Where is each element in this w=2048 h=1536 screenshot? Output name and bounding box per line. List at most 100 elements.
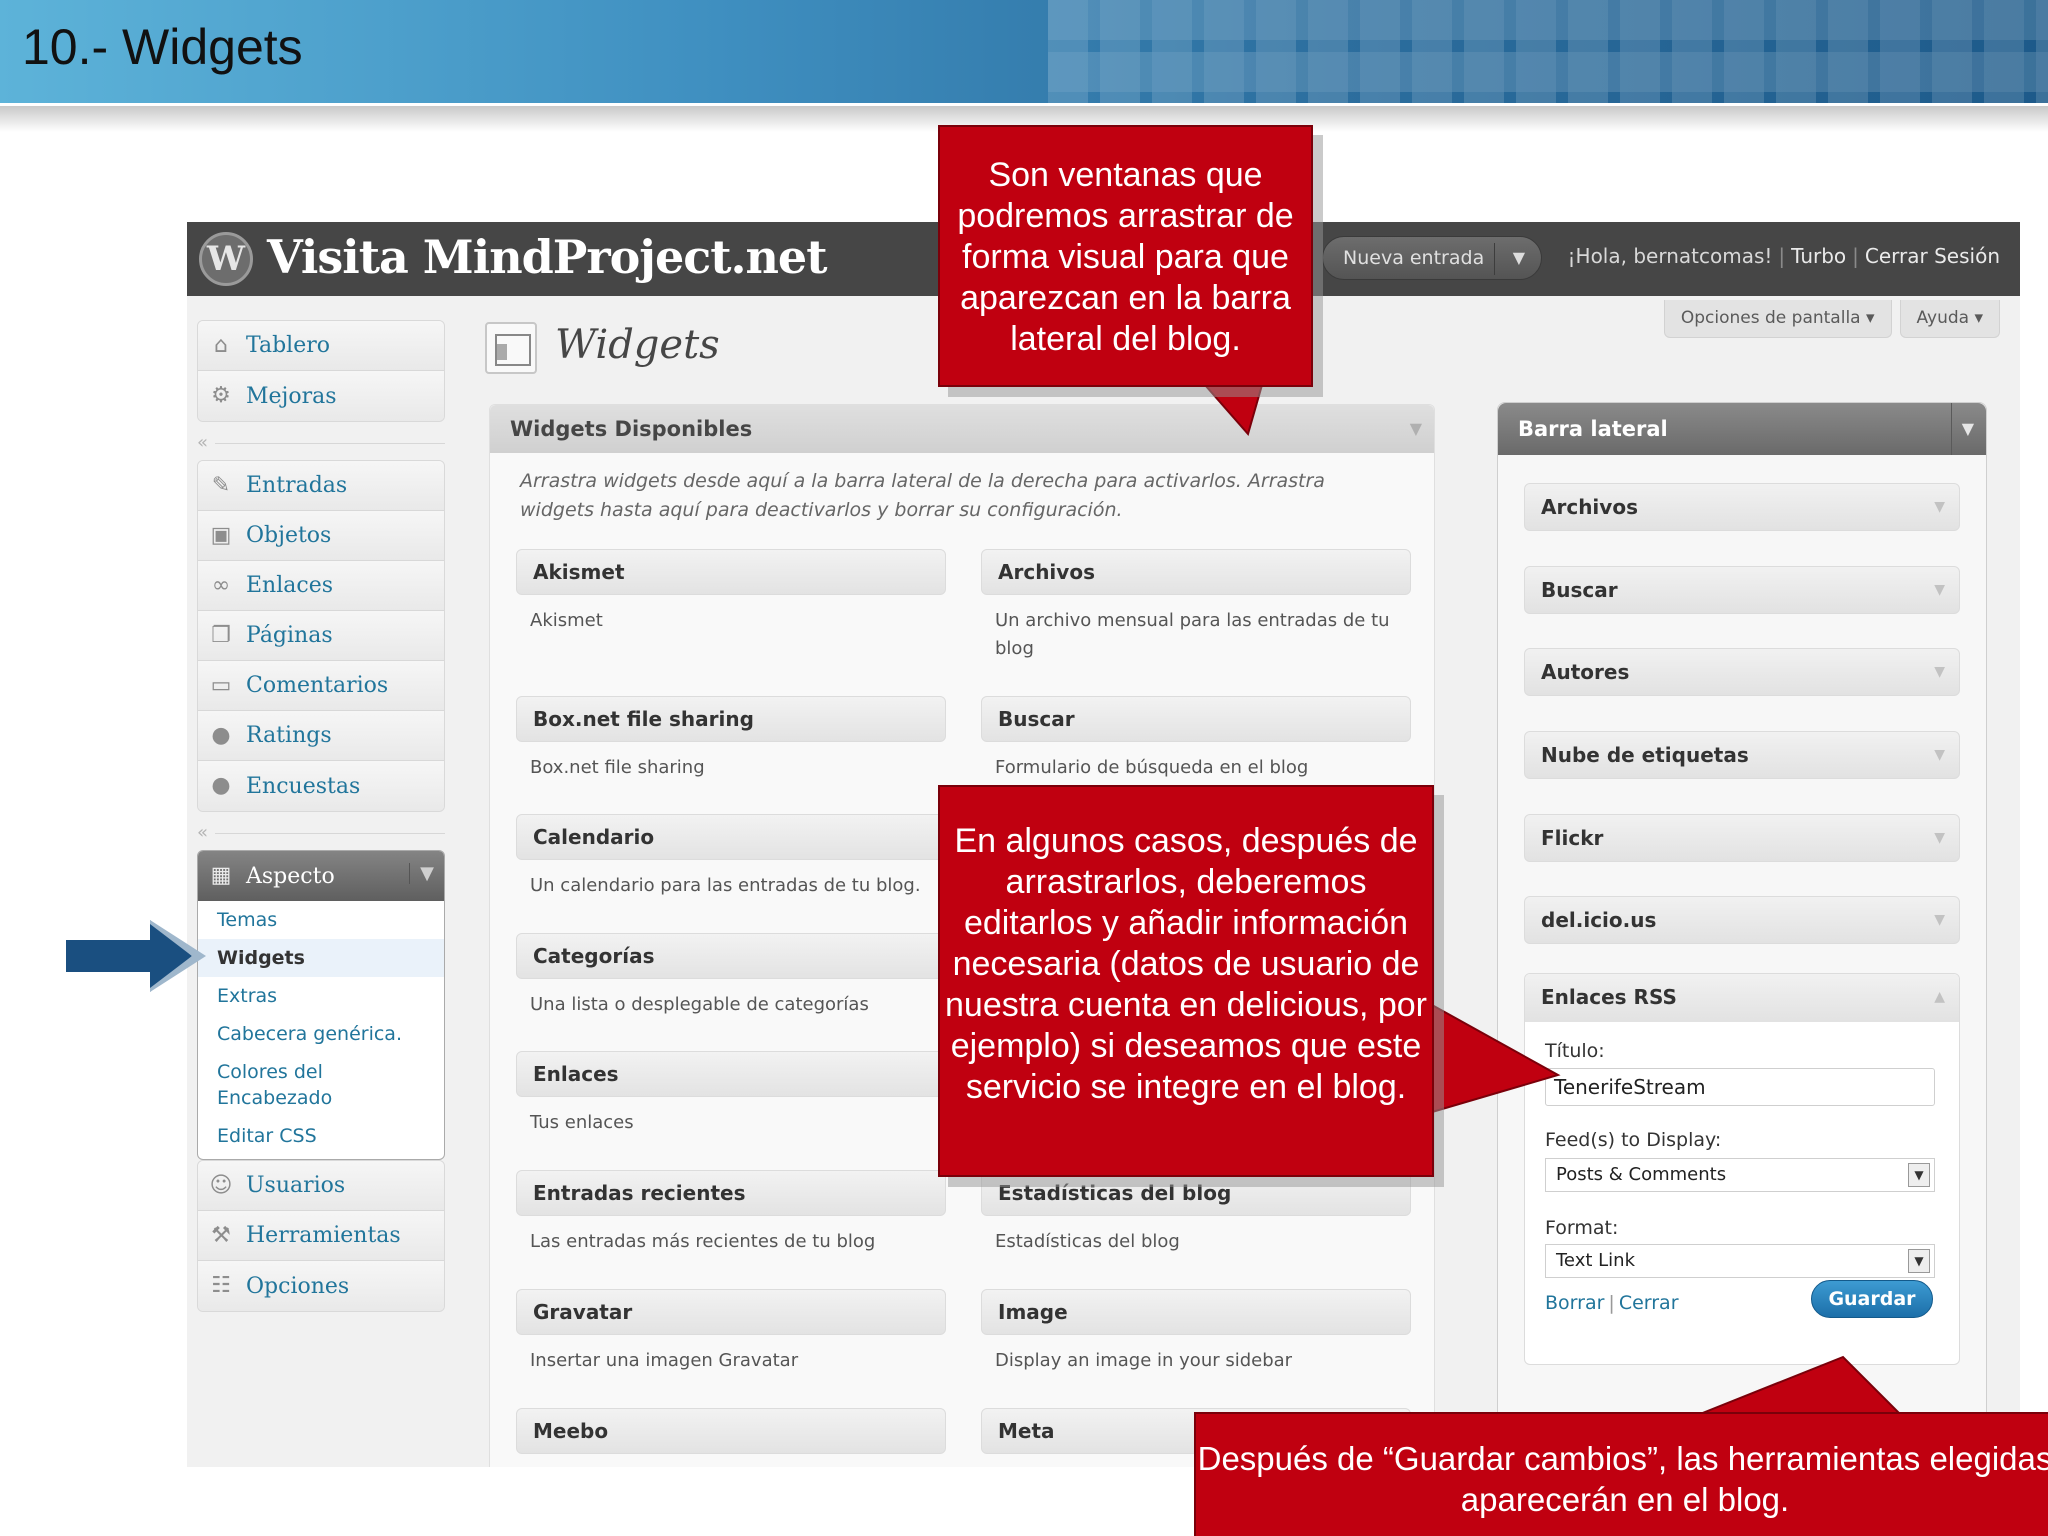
chevron-down-icon[interactable]: ▼: [1950, 403, 1974, 455]
delete-link[interactable]: Borrar: [1545, 1292, 1604, 1314]
chevron-down-icon[interactable]: ▼: [1934, 484, 1945, 530]
help-tab[interactable]: Ayuda ▾: [1899, 300, 2000, 338]
chevron-down-icon[interactable]: ▼: [409, 863, 434, 884]
chevron-down-icon[interactable]: ▲: [1934, 974, 1945, 1020]
menu-item-ratings[interactable]: ● Ratings: [198, 711, 444, 761]
menu-item-encuestas[interactable]: ● Encuestas: [198, 761, 444, 811]
widget-title[interactable]: Categorías: [516, 933, 946, 979]
save-button[interactable]: Guardar: [1811, 1280, 1933, 1318]
banner-decoration: [1048, 0, 2048, 106]
chevron-down-icon[interactable]: ▼: [1908, 1249, 1930, 1273]
turbo-link[interactable]: Turbo: [1791, 244, 1846, 268]
sidebar-title: Barra lateral: [1518, 417, 1668, 441]
divider: |: [1608, 1292, 1615, 1314]
widget-description: Una lista o desplegable de categorías: [530, 994, 869, 1015]
sidebar-widget[interactable]: Flickr ▼: [1524, 814, 1960, 862]
screen-options-tab[interactable]: Opciones de pantalla ▾: [1663, 300, 1892, 338]
menu-collapse-separator[interactable]: [197, 822, 445, 844]
widget-enlaces[interactable]: Enlaces Tus enlaces: [516, 1051, 946, 1137]
comment-icon: ▭: [210, 672, 232, 698]
submenu-item-temas[interactable]: Temas: [198, 901, 444, 939]
submenu-item-editar-css[interactable]: Editar CSS: [198, 1117, 444, 1159]
menu-item-comentarios[interactable]: ▭ Comentarios: [198, 661, 444, 711]
sidebar-widget-title: Nube de etiquetas: [1541, 743, 1749, 767]
polls-icon: ●: [211, 773, 231, 798]
chevron-down-icon[interactable]: ▼: [1934, 897, 1945, 943]
sidebar-header[interactable]: Barra lateral ▼: [1498, 403, 1986, 455]
tools-icon: ⚒: [211, 1222, 231, 1248]
widget-title[interactable]: Box.net file sharing: [516, 696, 946, 742]
widget-title[interactable]: Archivos: [981, 549, 1411, 595]
widget-image[interactable]: Image Display an image in your sidebar: [981, 1289, 1411, 1375]
chevron-down-icon[interactable]: ▼: [1934, 567, 1945, 613]
menu-item-objetos[interactable]: ▣ Objetos: [198, 511, 444, 561]
submenu-item-widgets[interactable]: Widgets: [198, 939, 444, 977]
slide-title: 10.- Widgets: [22, 19, 303, 75]
rss-widget-actions: Borrar | Cerrar: [1545, 1292, 1679, 1314]
divider: |: [1778, 244, 1786, 268]
chevron-down-icon[interactable]: ▼: [1934, 649, 1945, 695]
chevron-down-icon[interactable]: ▼: [1934, 732, 1945, 778]
media-icon: ▣: [210, 522, 232, 548]
widget-title[interactable]: Akismet: [516, 549, 946, 595]
widget-buscar[interactable]: Buscar Formulario de búsqueda en el blog: [981, 696, 1411, 782]
menu-item-aspecto[interactable]: ▦ Aspecto ▼: [198, 851, 444, 901]
wordpress-logo-icon[interactable]: W: [199, 232, 253, 286]
widget-entradas-recientes[interactable]: Entradas recientes Las entradas más recie…: [516, 1170, 946, 1256]
widget-title[interactable]: Entradas recientes: [516, 1170, 946, 1216]
menu-collapse-separator[interactable]: [197, 432, 445, 454]
chevron-down-icon[interactable]: ▼: [1934, 815, 1945, 861]
logout-link[interactable]: Cerrar Sesión: [1865, 244, 2000, 268]
widget-box-net[interactable]: Box.net file sharing Box.net file sharing: [516, 696, 946, 782]
menu-item-usuarios[interactable]: ☺ Usuarios: [198, 1161, 444, 1211]
widget-description: Display an image in your sidebar: [995, 1350, 1293, 1371]
submenu-item-extras[interactable]: Extras: [198, 977, 444, 1015]
sidebar-widget-title: Autores: [1541, 660, 1630, 684]
menu-item-tablero[interactable]: ⌂ Tablero: [198, 321, 444, 371]
menu-item-herramientas[interactable]: ⚒ Herramientas: [198, 1211, 444, 1261]
home-icon: ⌂: [214, 332, 228, 358]
widget-archivos[interactable]: Archivos Un archivo mensual para las entr…: [981, 549, 1411, 663]
menu-item-enlaces[interactable]: ∞ Enlaces: [198, 561, 444, 611]
widget-categorias[interactable]: Categorías Una lista o desplegable de cat…: [516, 933, 946, 1019]
slide-title-banner: 10.- Widgets: [0, 0, 2048, 106]
menu-item-opciones[interactable]: ☷ Opciones: [198, 1261, 444, 1311]
site-title[interactable]: Visita MindProject.net: [267, 230, 827, 284]
close-link[interactable]: Cerrar: [1619, 1292, 1679, 1314]
sidebar-widget-title: Flickr: [1541, 826, 1604, 850]
admin-menu: ⌂ Tablero ⚙ Mejoras ✎ Entradas ▣ Objetos ∞ En…: [197, 320, 445, 1322]
available-widgets-header[interactable]: Widgets Disponibles ▼: [490, 405, 1434, 453]
title-field[interactable]: TenerifeStream: [1545, 1068, 1935, 1106]
chevron-down-icon[interactable]: ▼: [1908, 1163, 1930, 1187]
menu-item-entradas[interactable]: ✎ Entradas: [198, 461, 444, 511]
widget-title[interactable]: Image: [981, 1289, 1411, 1335]
submenu-item-cabecera[interactable]: Cabecera genérica.: [198, 1015, 444, 1053]
widget-title[interactable]: Buscar: [981, 696, 1411, 742]
widget-title[interactable]: Enlaces: [516, 1051, 946, 1097]
submenu-item-colores[interactable]: Colores del Encabezado: [198, 1053, 378, 1117]
menu-group-content: ✎ Entradas ▣ Objetos ∞ Enlaces ❐ Páginas ▭ Co…: [197, 460, 445, 812]
feeds-select[interactable]: Posts & Comments ▼: [1545, 1158, 1935, 1192]
format-select[interactable]: Text Link ▼: [1545, 1244, 1935, 1278]
widget-estadisticas[interactable]: Estadísticas del blog Estadísticas del bl…: [981, 1170, 1411, 1256]
widget-meebo[interactable]: Meebo: [516, 1408, 946, 1454]
widget-akismet[interactable]: Akismet Akismet: [516, 549, 946, 635]
sidebar-widget[interactable]: Nube de etiquetas ▼: [1524, 731, 1960, 779]
new-entry-button[interactable]: Nueva entrada ▼: [1322, 236, 1542, 280]
sidebar-widget[interactable]: Autores ▼: [1524, 648, 1960, 696]
widget-title[interactable]: Meebo: [516, 1408, 946, 1454]
menu-item-paginas[interactable]: ❐ Páginas: [198, 611, 444, 661]
menu-label: Aspecto: [246, 863, 335, 889]
widget-title[interactable]: Calendario: [516, 814, 946, 860]
widget-title[interactable]: Gravatar: [516, 1289, 946, 1335]
rss-widget-header[interactable]: Enlaces RSS ▲: [1525, 974, 1959, 1022]
menu-item-mejoras[interactable]: ⚙ Mejoras: [198, 371, 444, 421]
widget-gravatar[interactable]: Gravatar Insertar una imagen Gravatar: [516, 1289, 946, 1375]
widget-calendario[interactable]: Calendario Un calendario para las entrada…: [516, 814, 946, 900]
sidebar-widget[interactable]: del.icio.us ▼: [1524, 896, 1960, 944]
sidebar-widget[interactable]: Buscar ▼: [1524, 566, 1960, 614]
menu-label: Mejoras: [246, 383, 337, 409]
chevron-down-icon[interactable]: ▼: [1513, 237, 1525, 279]
sidebar-widget[interactable]: Archivos ▼: [1524, 483, 1960, 531]
chevron-down-icon[interactable]: ▼: [1410, 405, 1422, 453]
